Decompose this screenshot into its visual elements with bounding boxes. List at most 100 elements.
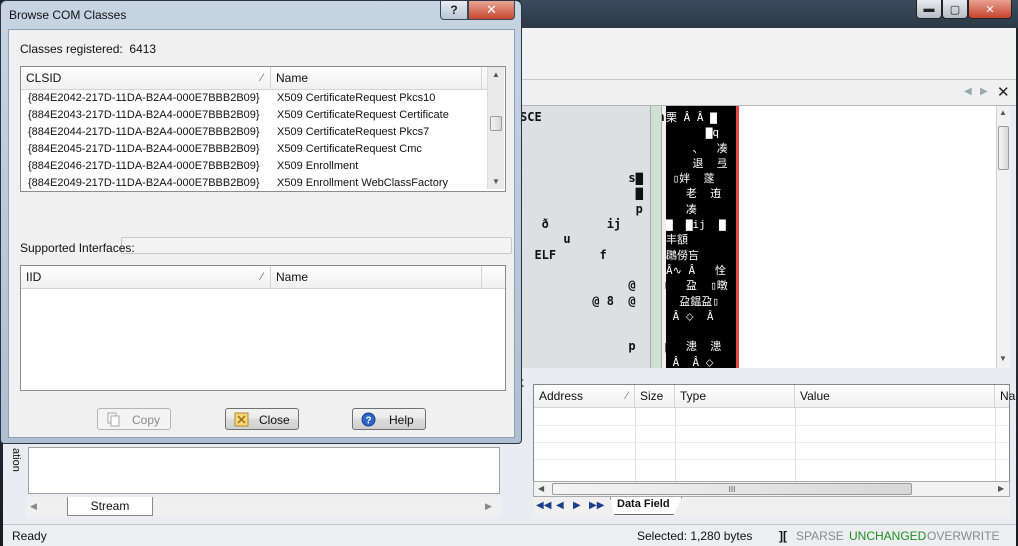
copy-icon [107,412,120,427]
sort-icon: ⁄ [261,271,263,283]
column-header-name[interactable]: Name [271,266,482,289]
window-close-button[interactable]: ✕ [968,0,1012,19]
column-header-address[interactable]: Address ⁄ [534,385,635,408]
grid-line [995,408,996,486]
list-item[interactable]: {884E2042-217D-11DA-B2A4-000E7BBB2B09} X5… [21,91,487,108]
interfaces-list[interactable]: IID ⁄ Name [20,265,506,391]
browse-com-classes-dialog: Browse COM Classes ? ✕ Classes registere… [0,0,522,444]
interfaces-list-header: IID ⁄ Name [21,266,505,289]
help-icon: ? [361,412,376,427]
copy-button-label: Copy [132,413,161,427]
column-header-label: Name [276,270,309,284]
scroll-right-icon[interactable]: ▶ [998,484,1004,493]
scroll-up-icon[interactable]: ▲ [999,108,1007,117]
hex-empty-area[interactable] [739,106,996,368]
column-header-name[interactable]: Name [271,67,482,90]
stream-content[interactable] [28,447,500,494]
dialog-help-button[interactable]: ? [440,1,468,20]
dialog-client-area: Classes registered: 6413 CLSID ⁄ Name {8… [8,29,515,438]
status-sparse-flag: SPARSE [796,529,844,543]
status-ready: Ready [12,529,47,543]
list-item[interactable]: {884E2045-217D-11DA-B2A4-000E7BBB2B09} X5… [21,142,487,159]
tab-stream[interactable]: Stream [67,497,153,516]
scroll-down-icon[interactable]: ▼ [999,354,1007,363]
class-name-cell: X509 CertificateRequest Pkcs7 [277,126,430,138]
status-separator: ][ [779,529,787,543]
status-selection: Selected: 1,280 bytes [637,529,753,543]
list-item[interactable]: {884E2043-217D-11DA-B2A4-000E7BBB2B09} X5… [21,108,487,125]
tab-next-icon[interactable]: ▶ [573,500,581,511]
data-field-horizontal-scrollbar[interactable]: ◀ III ▶ [533,481,1010,497]
scroll-thumb[interactable] [490,116,502,131]
tab-next-icon[interactable]: ▶ [485,501,492,512]
scroll-left-icon[interactable]: ◀ [538,484,544,493]
tab-last-icon[interactable]: ▶▶ [589,500,604,511]
hex-vertical-scrollbar[interactable]: ▲ ▼ [996,106,1010,368]
document-close-icon[interactable]: ✕ [997,83,1010,101]
main-toolbar-area [520,28,1016,80]
sort-icon: ⁄ [626,390,628,402]
scroll-up-icon[interactable]: ▲ [492,70,500,79]
column-header-label: Na [1000,389,1016,403]
minimize-button[interactable]: ▬ [916,0,942,19]
dialog-title: Browse COM Classes [9,8,127,22]
clsid-list-header: CLSID ⁄ Name [21,67,487,90]
clsid-list-scrollbar[interactable]: ▲ ▼ [487,67,504,189]
dialog-titlebar[interactable]: Browse COM Classes ? ✕ [1,1,521,28]
close-icon [234,412,249,427]
sort-icon: ⁄ [261,72,263,84]
scroll-thumb[interactable] [998,126,1009,170]
copy-button[interactable]: Copy [97,408,171,430]
column-header-label: Size [640,389,664,403]
svg-text:?: ? [365,416,371,427]
class-name-cell: X509 Enrollment WebClassFactory [277,177,448,189]
dialog-close-button[interactable]: ✕ [468,1,515,20]
clsid-cell: {884E2042-217D-11DA-B2A4-000E7BBB2B09} [28,92,260,104]
clsid-cell: {884E2046-217D-11DA-B2A4-000E7BBB2B09} [28,160,260,172]
stream-side-label: ation [10,448,22,472]
column-header-label: Value [800,389,830,403]
tab-scroll-left-icon[interactable]: ◀ [964,86,972,97]
grid-line [795,408,796,486]
grid-line [534,442,1009,443]
list-item[interactable]: {884E2049-217D-11DA-B2A4-000E7BBB2B09} X5… [21,176,487,193]
close-button[interactable]: Close [225,408,299,430]
class-name-cell: X509 CertificateRequest Pkcs10 [277,92,436,104]
class-name-cell: X509 CertificateRequest Cmc [277,143,422,155]
clsid-cell: {884E2049-217D-11DA-B2A4-000E7BBB2B09} [28,177,260,189]
clsid-cell: {884E2044-217D-11DA-B2A4-000E7BBB2B09} [28,126,260,138]
grid-line [635,408,636,486]
column-header-value[interactable]: Value [795,385,995,408]
loading-progress-bar [121,237,512,254]
clsid-cell: {884E2045-217D-11DA-B2A4-000E7BBB2B09} [28,143,260,155]
scroll-thumb[interactable]: III [552,483,912,495]
tab-scroll-right-icon[interactable]: ▶ [980,86,988,97]
column-header-iid[interactable]: IID ⁄ [21,266,271,289]
column-header-size[interactable]: Size [635,385,675,408]
column-header-name[interactable]: Na [995,385,1015,408]
list-item[interactable]: {884E2044-217D-11DA-B2A4-000E7BBB2B09} X5… [21,125,487,142]
classes-registered-label: Classes registered: 6413 [20,42,157,56]
tab-data-field[interactable]: Data Field [610,497,682,515]
hex-editor-view[interactable]: SCE à q p Ð s▇ @ ▇ p ð ij u ELF f ` [520,106,996,369]
hex-text-column[interactable]: SCE à q p Ð s▇ @ ▇ p ð ij u ELF f ` [520,106,679,368]
tab-prev-icon[interactable]: ◀ [30,501,37,512]
scroll-down-icon[interactable]: ▼ [492,177,500,186]
tab-prev-icon[interactable]: ◀ [556,500,564,511]
column-header-label: IID [26,270,42,284]
column-header-label: Type [680,389,707,403]
class-name-cell: X509 CertificateRequest Certificate [277,109,449,121]
column-header-label: Name [276,71,309,85]
list-item[interactable]: {884E2046-217D-11DA-B2A4-000E7BBB2B09} X5… [21,159,487,176]
status-overwrite-flag: OVERWRITE [927,529,1000,543]
column-header-clsid[interactable]: CLSID ⁄ [21,67,271,90]
tab-first-icon[interactable]: ◀◀ [536,500,551,511]
column-header-type[interactable]: Type [675,385,795,408]
grid-line [534,425,1009,426]
hex-selected-block[interactable]: 栗 Â Â ▇ ▇q 、 凑 退 弖 ▯姅 蓫 老 迶 凑 ▇ ▇ij ▇ 丰額… [666,106,736,369]
clsid-list[interactable]: CLSID ⁄ Name {884E2042-217D-11DA-B2A4-00… [20,66,506,192]
maximize-button[interactable]: ▢ [942,0,968,19]
help-button-label: Help [389,413,414,427]
help-button[interactable]: ? Help [352,408,426,430]
class-name-cell: X509 Enrollment [277,160,359,172]
